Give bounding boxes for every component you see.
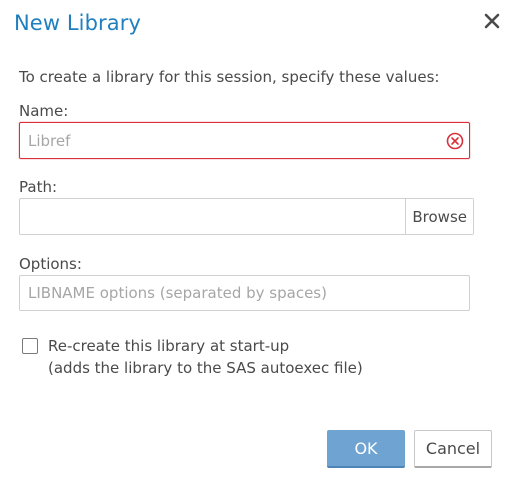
ok-button[interactable]: OK [327, 430, 405, 468]
close-icon[interactable] [483, 12, 501, 30]
path-input[interactable] [20, 199, 400, 234]
name-label: Name: [19, 102, 69, 120]
instructions-text: To create a library for this session, sp… [19, 68, 440, 86]
startup-checkbox-label[interactable]: Re-create this library at start-up (adds… [48, 335, 363, 379]
startup-checkbox[interactable] [22, 338, 38, 354]
options-input[interactable] [20, 276, 469, 310]
clear-error-icon[interactable] [446, 132, 464, 150]
new-library-dialog: New Library To create a library for this… [0, 0, 521, 486]
browse-button[interactable]: Browse [405, 199, 473, 234]
dialog-title: New Library [14, 11, 142, 35]
path-field-container: Browse [19, 198, 474, 235]
startup-label-line1: Re-create this library at start-up [48, 337, 290, 355]
name-field-container [19, 122, 470, 159]
options-label: Options: [19, 255, 82, 273]
options-field-container [19, 275, 470, 311]
startup-label-line2: (adds the library to the SAS autoexec fi… [48, 359, 363, 377]
name-input[interactable] [20, 123, 469, 158]
cancel-button[interactable]: Cancel [414, 430, 492, 468]
path-label: Path: [19, 178, 58, 196]
